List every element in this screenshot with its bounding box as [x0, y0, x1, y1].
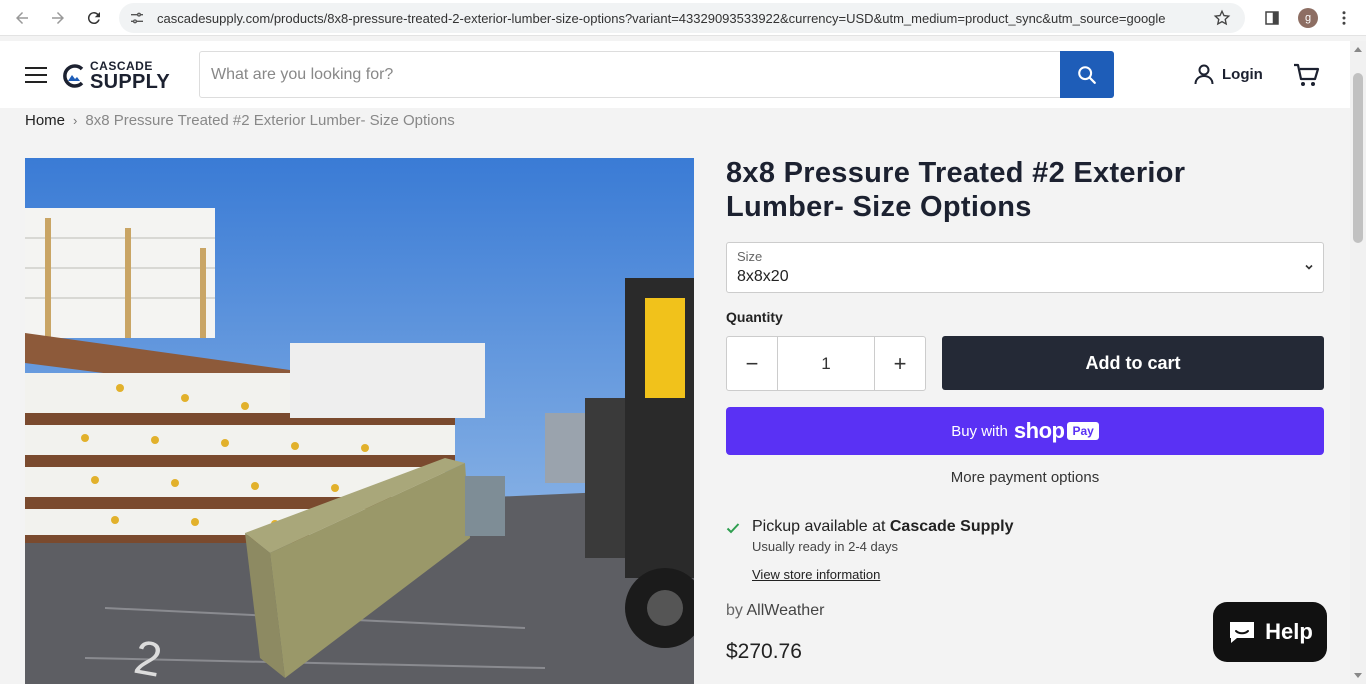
shop-pay-brand: shop	[1013, 418, 1065, 443]
search-icon	[1078, 65, 1096, 84]
address-bar[interactable]: cascadesupply.com/products/8x8-pressure-…	[119, 3, 1245, 33]
quantity-decrease-button[interactable]: −	[727, 337, 778, 390]
scroll-down-icon[interactable]	[1354, 673, 1362, 678]
quantity-increase-button[interactable]: +	[874, 337, 925, 390]
add-to-cart-button[interactable]: Add to cart	[942, 336, 1324, 390]
product-price: $270.76	[726, 640, 802, 663]
shop-pay-prefix: Buy with	[951, 422, 1008, 440]
pickup-status: Pickup available at Cascade Supply	[752, 518, 1013, 536]
reload-icon[interactable]	[80, 4, 108, 32]
page-scrollbar[interactable]	[1350, 41, 1366, 684]
breadcrumb-current: 8x8 Pressure Treated #2 Exterior Lumber-…	[85, 112, 455, 129]
pickup-prefix: Pickup available at	[752, 518, 886, 535]
site-settings-icon[interactable]	[129, 9, 147, 27]
logo-mark-icon	[63, 64, 84, 88]
help-label: Help	[1265, 619, 1313, 644]
shop-pay-badge: Pay	[1067, 422, 1099, 440]
site-header: CASCADE SUPPLY Login	[0, 41, 1350, 108]
scrollbar-thumb[interactable]	[1353, 73, 1363, 243]
forward-icon[interactable]	[44, 4, 72, 32]
site-logo[interactable]: CASCADE SUPPLY	[62, 60, 170, 92]
cart-icon[interactable]	[1292, 61, 1320, 89]
breadcrumb-separator: ›	[73, 113, 78, 128]
logo-line2: SUPPLY	[90, 71, 170, 93]
check-icon	[726, 523, 740, 534]
quantity-input[interactable]: 1	[778, 337, 874, 390]
pickup-location: Cascade Supply	[889, 518, 1014, 535]
more-payment-options-link[interactable]: More payment options	[726, 469, 1324, 486]
size-select[interactable]: Size 8x8x20	[726, 242, 1324, 293]
shop-pay-button[interactable]: Buy with shop Pay	[726, 407, 1324, 455]
profile-initial: g	[1298, 8, 1318, 28]
chat-bubble-icon	[1230, 622, 1255, 643]
back-icon[interactable]	[8, 4, 36, 32]
search-bar	[199, 51, 1114, 98]
product-image[interactable]: 2	[25, 158, 694, 684]
login-label: Login	[1222, 65, 1263, 83]
login-link[interactable]: Login	[1192, 62, 1263, 86]
menu-icon[interactable]	[25, 67, 47, 83]
search-button[interactable]	[1060, 51, 1114, 98]
chevron-down-icon	[1305, 264, 1313, 270]
bookmark-star-icon[interactable]	[1213, 9, 1231, 27]
breadcrumb: Home › 8x8 Pressure Treated #2 Exterior …	[25, 112, 455, 129]
browser-toolbar: cascadesupply.com/products/8x8-pressure-…	[0, 0, 1366, 36]
vendor-name[interactable]: AllWeather	[746, 602, 824, 619]
scroll-up-icon[interactable]	[1354, 47, 1362, 52]
product-title: 8x8 Pressure Treated #2 Exterior Lumber-…	[726, 157, 1186, 223]
product-vendor: by AllWeather	[726, 602, 824, 620]
view-store-information-link[interactable]: View store information	[752, 567, 880, 582]
vendor-prefix: by	[726, 602, 743, 619]
help-chat-button[interactable]: Help	[1213, 602, 1327, 662]
quantity-stepper: − 1 +	[726, 336, 926, 391]
user-icon	[1194, 64, 1214, 85]
breadcrumb-home[interactable]: Home	[25, 112, 65, 129]
quantity-label: Quantity	[726, 309, 783, 325]
search-input[interactable]	[200, 52, 1060, 97]
profile-avatar[interactable]: g	[1296, 6, 1320, 30]
pickup-ready-time: Usually ready in 2-4 days	[752, 539, 898, 554]
browser-menu-icon[interactable]	[1332, 6, 1356, 30]
url-text[interactable]: cascadesupply.com/products/8x8-pressure-…	[157, 11, 1197, 26]
size-label: Size	[737, 249, 763, 264]
side-panel-icon[interactable]	[1260, 6, 1284, 30]
size-value: 8x8x20	[737, 268, 789, 285]
